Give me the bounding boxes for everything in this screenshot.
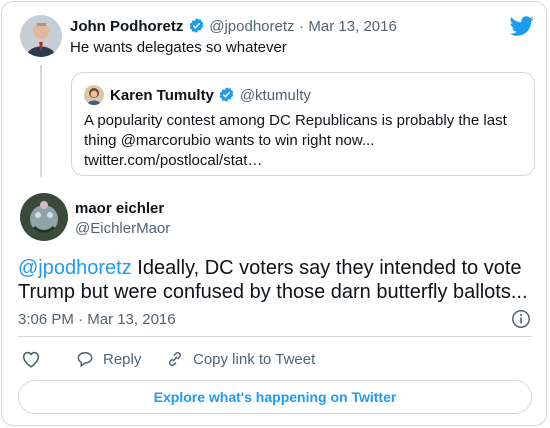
verified-badge-icon <box>188 17 205 34</box>
like-button[interactable] <box>20 348 42 370</box>
mention-link[interactable]: @jpodhoretz <box>18 257 132 279</box>
explore-label: Explore what's happening on Twitter <box>153 389 397 405</box>
reply-label: Reply <box>103 350 142 368</box>
reply-icon <box>77 351 93 368</box>
avatar-maor-eichler[interactable] <box>20 193 68 241</box>
quoted-author-handle[interactable]: @ktumulty <box>240 87 311 104</box>
verified-badge-icon <box>218 86 235 103</box>
info-icon[interactable] <box>511 309 531 329</box>
copy-link-button[interactable]: Copy link to Tweet <box>165 349 315 369</box>
main-tweet-body: @jpodhoretz Ideally, DC voters say they … <box>18 256 538 304</box>
avatar-john-podhoretz[interactable] <box>20 15 62 57</box>
heart-icon <box>22 351 40 368</box>
tweet-time: 3:06 PM <box>18 311 74 328</box>
parent-tweet-header: John Podhoretz @jpodhoretz · Mar 13, 201… <box>70 17 397 36</box>
link-icon <box>169 352 181 366</box>
author-handle[interactable]: @jpodhoretz <box>209 18 294 35</box>
quoted-tweet-text: A popularity contest among DC Republican… <box>84 112 507 149</box>
thread-connector-line <box>40 65 42 177</box>
quoted-tweet-header: Karen Tumulty @ktumulty <box>110 86 311 105</box>
embedded-tweet-card: John Podhoretz @jpodhoretz · Mar 13, 201… <box>1 1 547 426</box>
author-name[interactable]: John Podhoretz <box>70 18 183 35</box>
explore-button[interactable]: Explore what's happening on Twitter <box>18 380 532 414</box>
copy-link-label: Copy link to Tweet <box>193 350 316 368</box>
separator: · <box>78 311 84 328</box>
twitter-bird-icon[interactable] <box>509 14 534 38</box>
separator: · <box>298 18 304 35</box>
quoted-tweet-body: A popularity contest among DC Republican… <box>84 111 524 171</box>
avatar-karen-tumulty[interactable] <box>84 85 104 105</box>
divider <box>18 336 532 337</box>
tweet-timestamp[interactable]: 3:06 PM · Mar 13, 2016 <box>18 311 176 328</box>
reply-button[interactable]: Reply <box>75 349 141 369</box>
parent-tweet-text: He wants delegates so whatever <box>70 39 287 56</box>
tweet-date: Mar 13, 2016 <box>87 311 176 328</box>
tweet-date[interactable]: Mar 13, 2016 <box>308 18 396 35</box>
quoted-tweet[interactable]: Karen Tumulty @ktumulty A popularity con… <box>71 72 535 176</box>
quoted-tweet-link[interactable]: twitter.com/postlocal/stat… <box>84 152 262 169</box>
quoted-author-name[interactable]: Karen Tumulty <box>110 87 214 104</box>
author-handle[interactable]: @EichlerMaor <box>75 220 170 237</box>
author-name[interactable]: maor eichler <box>75 200 164 217</box>
